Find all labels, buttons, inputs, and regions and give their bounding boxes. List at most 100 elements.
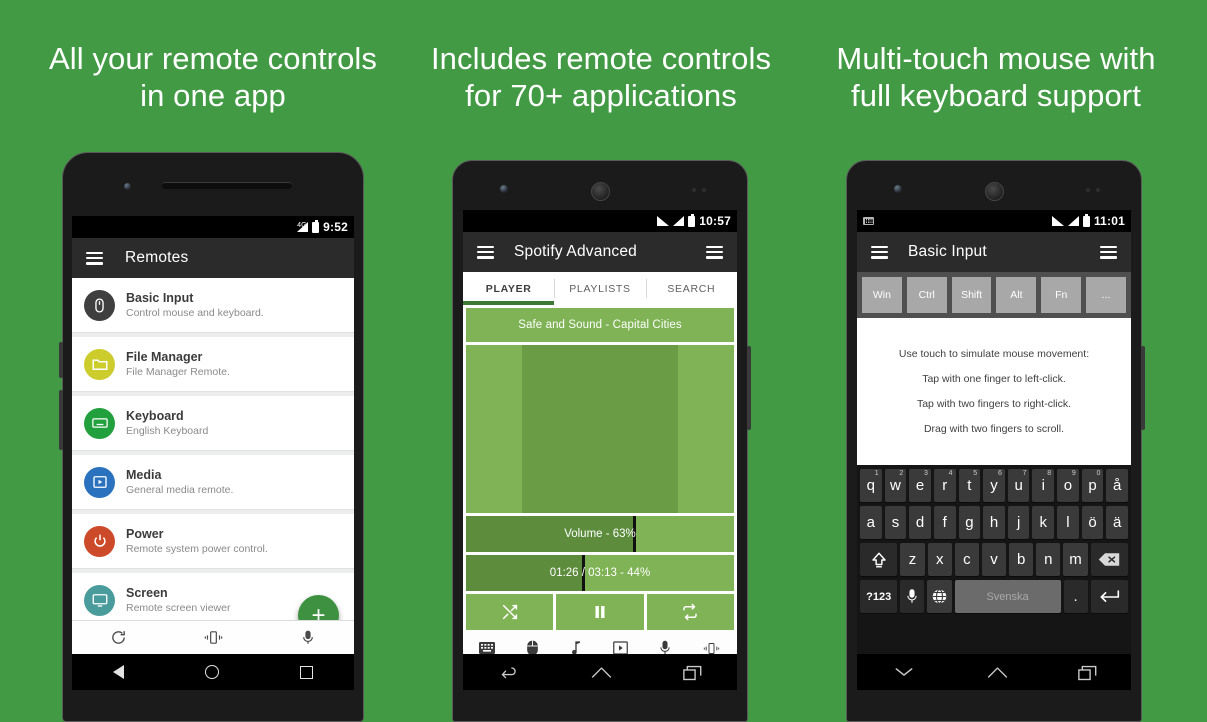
key-odiaeresis[interactable]: ö (1081, 506, 1104, 539)
back-arrow-icon[interactable] (500, 666, 517, 679)
android-nav-bar-2 (463, 654, 737, 690)
modifier-key-more[interactable]: ... (1086, 277, 1126, 313)
modifier-key-fn[interactable]: Fn (1041, 277, 1082, 313)
key-v[interactable]: v (981, 543, 1007, 576)
key-e[interactable]: 3e (909, 469, 931, 502)
modifier-key-ctrl[interactable]: Ctrl (906, 277, 947, 313)
key-j[interactable]: j (1007, 506, 1030, 539)
modifier-key-win[interactable]: Win (862, 277, 902, 313)
key-k[interactable]: k (1032, 506, 1055, 539)
seek-slider[interactable]: 01:26 / 03:13 - 44% (466, 555, 734, 591)
list-item[interactable]: Media General media remote. (72, 455, 354, 510)
keyboard-notification-icon (863, 217, 874, 225)
modifier-key-alt[interactable]: Alt (996, 277, 1037, 313)
list-item-title: File Manager (126, 349, 203, 364)
refresh-icon[interactable] (110, 629, 127, 646)
shuffle-icon[interactable] (466, 594, 554, 630)
volume-button[interactable] (59, 342, 63, 378)
key-x[interactable]: x (927, 543, 952, 576)
list-item[interactable]: Keyboard English Keyboard (72, 396, 354, 451)
album-art-image (522, 345, 678, 513)
key-a[interactable]: a (860, 506, 882, 539)
back-triangle-icon[interactable] (112, 665, 124, 679)
space-key[interactable]: Svenska (954, 580, 1061, 613)
hamburger-icon[interactable] (871, 245, 888, 259)
enter-arrow-icon[interactable] (1090, 580, 1128, 613)
phone-3-screen: 11:01 Basic Input Win Ctrl Shift Alt Fn … (857, 210, 1131, 690)
key-p[interactable]: 0p (1081, 469, 1104, 502)
keyboard-dismiss-chevron-icon[interactable] (894, 666, 914, 678)
tab-playlists[interactable]: PLAYLISTS (554, 272, 645, 305)
tab-player[interactable]: PLAYER (463, 272, 555, 305)
power-button[interactable] (59, 390, 63, 450)
key-t[interactable]: 5t (958, 469, 981, 502)
key-g[interactable]: g (958, 506, 981, 539)
recents-square-icon[interactable] (300, 665, 314, 679)
key-c[interactable]: c (954, 543, 979, 576)
app-bar-3: Basic Input (857, 232, 1131, 272)
key-b[interactable]: b (1009, 543, 1034, 576)
now-playing-bar[interactable]: Safe and Sound - Capital Cities (466, 308, 734, 342)
shift-arrow-icon[interactable] (860, 543, 898, 576)
album-art-area[interactable] (466, 345, 734, 513)
vibrate-icon[interactable] (203, 629, 224, 646)
key-n[interactable]: n (1036, 543, 1061, 576)
touchpad-area[interactable]: Use touch to simulate mouse movement: Ta… (857, 318, 1131, 465)
key-q[interactable]: 1q (860, 469, 882, 502)
key-adiaeresis[interactable]: ä (1106, 506, 1129, 539)
phone-device-3: 11:01 Basic Input Win Ctrl Shift Alt Fn … (846, 160, 1145, 722)
recents-icon[interactable] (1077, 665, 1096, 681)
key-f[interactable]: f (933, 506, 956, 539)
key-r[interactable]: 4r (933, 469, 956, 502)
key-p-number: 0 (1096, 470, 1101, 477)
globe-icon[interactable] (927, 580, 952, 613)
home-circle-icon[interactable] (204, 665, 219, 679)
list-item[interactable]: Basic Input Control mouse and keyboard. (72, 278, 354, 333)
key-l[interactable]: l (1057, 506, 1079, 539)
key-d[interactable]: d (909, 506, 931, 539)
key-u[interactable]: 7u (1007, 469, 1030, 502)
key-h[interactable]: h (983, 506, 1005, 539)
signal-icon (673, 216, 685, 226)
microphone-icon[interactable] (900, 580, 925, 613)
overflow-menu-icon[interactable] (706, 245, 723, 259)
recents-icon[interactable] (683, 665, 702, 681)
key-aring[interactable]: å (1106, 469, 1129, 502)
period-key[interactable]: . (1063, 580, 1088, 613)
volume-button[interactable] (1141, 346, 1145, 430)
modifier-key-shift[interactable]: Shift (951, 277, 992, 313)
backspace-icon[interactable] (1090, 543, 1128, 576)
list-item[interactable]: Power Remote system power control. (72, 514, 354, 569)
list-item-subtitle: English Keyboard (126, 424, 209, 437)
key-i[interactable]: 8i (1032, 469, 1055, 502)
key-w[interactable]: 2w (884, 469, 907, 502)
microphone-icon[interactable] (300, 629, 316, 646)
list-item-subtitle: Remote system power control. (126, 542, 268, 555)
repeat-icon[interactable] (646, 594, 734, 630)
battery-icon (312, 219, 320, 233)
list-item[interactable]: File Manager File Manager Remote. (72, 337, 354, 392)
volume-button[interactable] (747, 346, 751, 430)
key-w-number: 2 (899, 470, 904, 477)
overflow-menu-icon[interactable] (1100, 245, 1117, 259)
key-t-number: 5 (973, 470, 978, 477)
key-m[interactable]: m (1063, 543, 1088, 576)
key-y[interactable]: 6y (983, 469, 1005, 502)
keyboard-icon[interactable] (478, 642, 495, 654)
volume-slider[interactable]: Volume - 63% (466, 516, 734, 552)
phone-1-screen: 4G 9:52 Remotes Basic Input Control mous… (72, 216, 354, 690)
hamburger-icon[interactable] (477, 245, 494, 259)
key-r-label: r (942, 477, 948, 494)
key-z[interactable]: z (900, 543, 925, 576)
home-icon[interactable] (591, 666, 612, 678)
media-play-icon[interactable] (613, 641, 628, 655)
key-o[interactable]: 9o (1057, 469, 1079, 502)
status-clock-2: 10:57 (699, 214, 731, 228)
hamburger-icon[interactable] (86, 251, 103, 265)
tab-search[interactable]: SEARCH (645, 272, 737, 305)
symbols-key[interactable]: ?123 (860, 580, 898, 613)
key-s[interactable]: s (884, 506, 907, 539)
home-icon[interactable] (987, 666, 1007, 678)
status-clock-3: 11:01 (1093, 214, 1125, 228)
pause-icon[interactable] (556, 594, 644, 630)
